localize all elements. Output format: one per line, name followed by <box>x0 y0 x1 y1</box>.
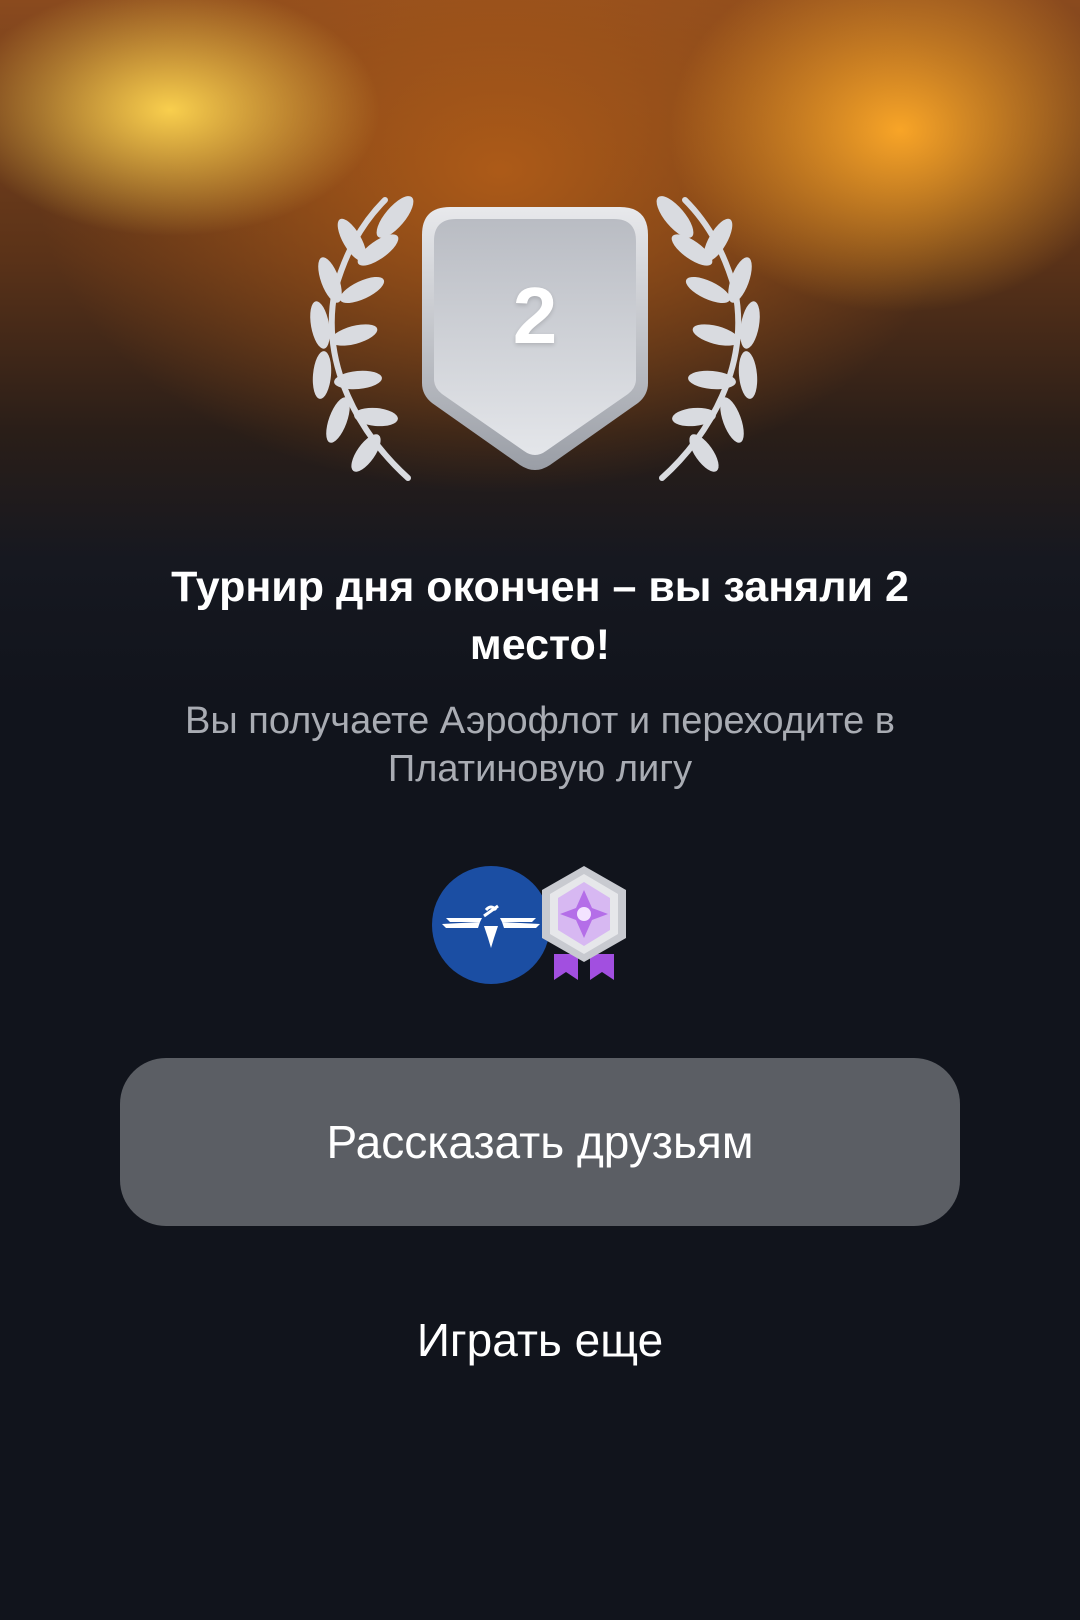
place-number: 2 <box>512 271 558 360</box>
share-with-friends-button[interactable]: Рассказать друзьям <box>120 1058 960 1226</box>
play-again-button[interactable]: Играть еще <box>290 1305 790 1375</box>
platinum-league-badge-icon <box>532 862 636 987</box>
place-badge: 2 <box>300 195 770 495</box>
rewards-row <box>432 862 642 987</box>
result-subtitle: Вы получаете Аэрофлот и переходите в Пла… <box>185 700 895 790</box>
result-title: Турнир дня окончен – вы заняли 2 место! <box>171 563 909 669</box>
